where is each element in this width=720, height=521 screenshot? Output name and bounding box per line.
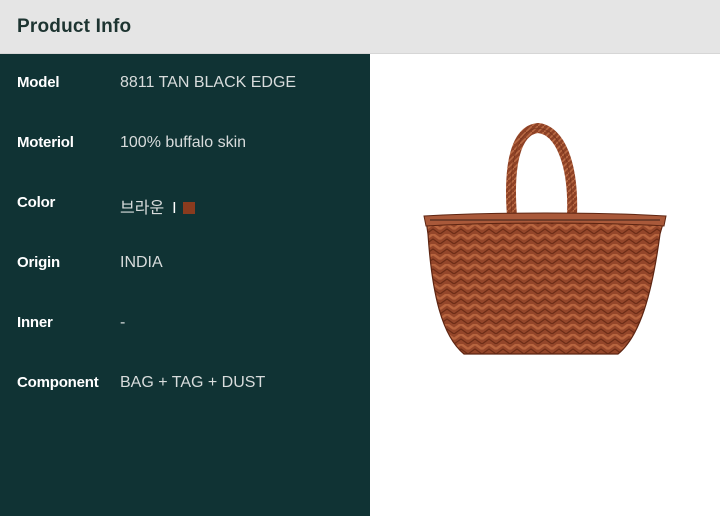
spec-row-origin: Origin INDIA xyxy=(0,254,370,278)
spec-panel: Model 8811 TAN BLACK EDGE Moteriol 100% … xyxy=(0,54,370,516)
woven-basket-bag-icon xyxy=(423,122,667,355)
spec-label: Moteriol xyxy=(17,134,74,151)
spec-value: 100% buffalo skin xyxy=(120,134,247,151)
spec-value: 8811 TAN BLACK EDGE xyxy=(120,74,297,91)
spec-label: Component xyxy=(17,374,99,391)
color-separator: I xyxy=(172,200,177,217)
spec-value: - xyxy=(120,314,126,331)
spec-row-inner: Inner - xyxy=(0,314,370,338)
page-title: Product Info xyxy=(17,16,132,37)
spec-label: Origin xyxy=(17,254,60,271)
spec-value-color: 브라운 I xyxy=(120,194,195,218)
spec-row-color: Color 브라운 I xyxy=(0,194,370,218)
spec-value: INDIA xyxy=(120,254,163,271)
spec-value: BAG + TAG + DUST xyxy=(120,374,266,391)
spec-label: Inner xyxy=(17,314,53,331)
spec-row-material: Moteriol 100% buffalo skin xyxy=(0,134,370,158)
spec-label: Model xyxy=(17,74,60,91)
spec-row-component: Component BAG + TAG + DUST xyxy=(0,374,370,398)
product-image xyxy=(370,54,720,516)
color-name: 브라운 xyxy=(120,200,165,217)
product-info-header: Product Info xyxy=(0,0,720,54)
spec-row-model: Model 8811 TAN BLACK EDGE xyxy=(0,74,370,98)
color-swatch xyxy=(182,202,195,214)
spec-label: Color xyxy=(17,194,56,211)
